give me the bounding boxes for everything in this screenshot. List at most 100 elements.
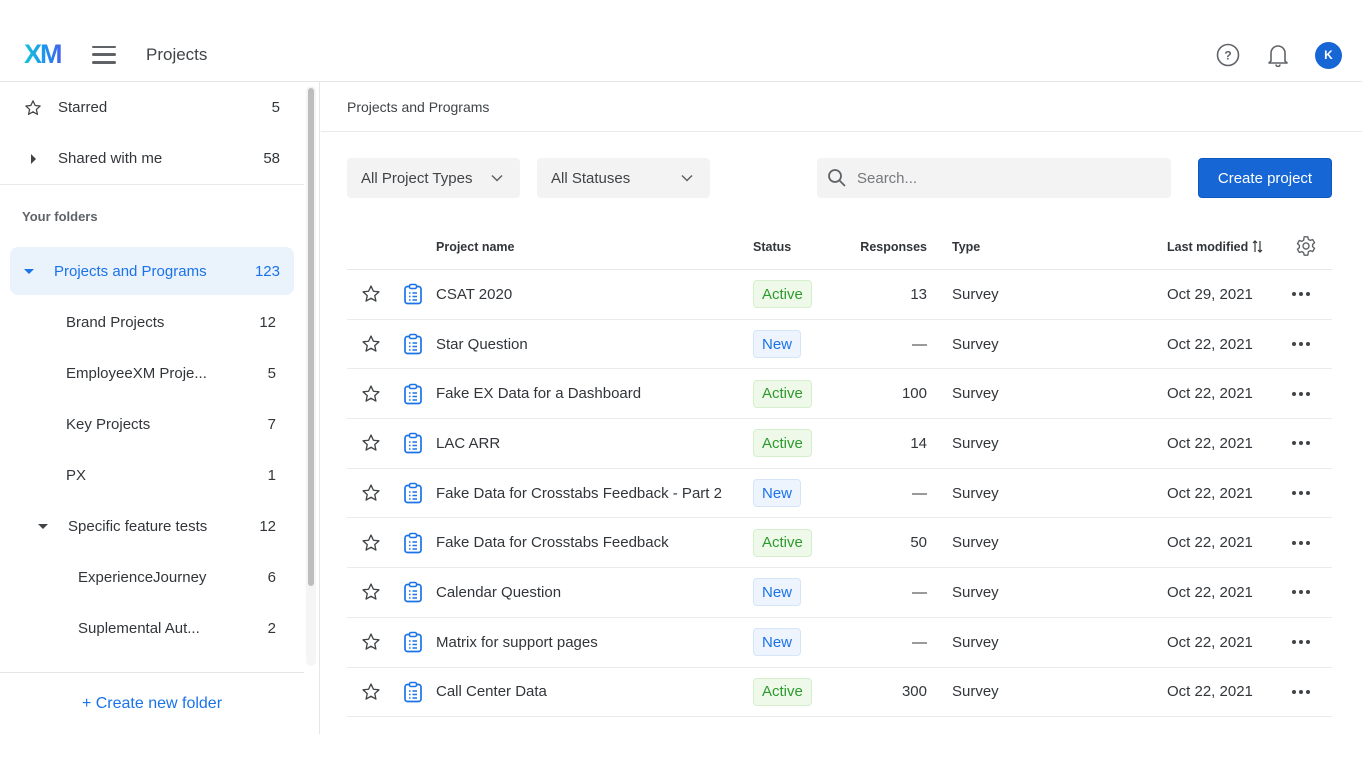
scrollbar-thumb[interactable] bbox=[308, 88, 314, 586]
star-icon[interactable] bbox=[361, 369, 381, 418]
more-actions-icon[interactable] bbox=[1292, 320, 1310, 369]
table-row[interactable]: Star Question New — Survey Oct 22, 2021 bbox=[347, 320, 1332, 370]
project-name[interactable]: Fake EX Data for a Dashboard bbox=[436, 369, 641, 418]
column-header-last-modified[interactable]: Last modified bbox=[1167, 224, 1263, 269]
project-name[interactable]: Fake Data for Crosstabs Feedback - Part … bbox=[436, 469, 722, 518]
last-modified-date: Oct 22, 2021 bbox=[1167, 633, 1253, 651]
star-icon[interactable] bbox=[361, 668, 381, 717]
project-name[interactable]: Star Question bbox=[436, 320, 528, 369]
table-row[interactable]: CSAT 2020 Active 13 Survey Oct 29, 2021 bbox=[347, 270, 1332, 320]
project-type: Survey bbox=[952, 534, 999, 552]
last-modified-date: Oct 22, 2021 bbox=[1167, 583, 1253, 601]
project-name[interactable]: Call Center Data bbox=[436, 668, 547, 717]
status-badge: Active bbox=[753, 379, 812, 408]
sidebar-item-count: 58 bbox=[263, 150, 280, 167]
folder-item[interactable]: Key Projects 7 bbox=[0, 399, 304, 450]
star-icon[interactable] bbox=[361, 320, 381, 369]
table-row[interactable]: Fake Data for Crosstabs Feedback - Part … bbox=[347, 469, 1332, 519]
status-badge-cell: New bbox=[753, 320, 802, 369]
folder-item[interactable]: PX 1 bbox=[0, 450, 304, 501]
sidebar-item-count: 5 bbox=[271, 99, 280, 116]
project-type: Survey bbox=[952, 385, 999, 403]
project-type: Survey bbox=[952, 434, 999, 452]
table-row[interactable]: Call Center Data Active 300 Survey Oct 2… bbox=[347, 668, 1332, 718]
star-icon[interactable] bbox=[361, 469, 381, 518]
user-avatar[interactable]: K bbox=[1315, 41, 1342, 69]
folder-item-expanded[interactable]: Specific feature tests 12 bbox=[0, 501, 304, 552]
survey-clipboard-icon bbox=[403, 469, 423, 518]
folder-label: Specific feature tests bbox=[68, 518, 208, 535]
more-actions-icon[interactable] bbox=[1292, 668, 1310, 717]
table-row[interactable]: Calendar Question New — Survey Oct 22, 2… bbox=[347, 568, 1332, 618]
top-bar: XM Projects ? K bbox=[0, 28, 1362, 82]
star-icon[interactable] bbox=[361, 419, 381, 468]
project-name[interactable]: Calendar Question bbox=[436, 568, 561, 617]
table-row[interactable]: Matrix for support pages New — Survey Oc… bbox=[347, 618, 1332, 668]
project-type-dropdown[interactable]: All Project Types bbox=[347, 158, 520, 198]
folder-count: 6 bbox=[267, 569, 276, 586]
column-header-name[interactable]: Project name bbox=[436, 224, 515, 269]
folder-item[interactable]: Suplemental Aut... 2 bbox=[0, 603, 304, 654]
project-name[interactable]: CSAT 2020 bbox=[436, 270, 512, 319]
search-icon bbox=[828, 169, 846, 187]
table-row-partial bbox=[347, 717, 1332, 734]
star-icon[interactable] bbox=[361, 518, 381, 567]
project-name[interactable]: LAC ARR bbox=[436, 419, 500, 468]
star-icon bbox=[24, 99, 42, 117]
more-actions-icon[interactable] bbox=[1292, 518, 1310, 567]
more-actions-icon[interactable] bbox=[1292, 618, 1310, 667]
table-row[interactable]: Fake EX Data for a Dashboard Active 100 … bbox=[347, 369, 1332, 420]
star-icon[interactable] bbox=[361, 568, 381, 617]
sidebar-item-starred[interactable]: Starred 5 bbox=[0, 82, 304, 133]
more-actions-icon[interactable] bbox=[1292, 469, 1310, 518]
folder-item[interactable]: Brand Projects 12 bbox=[0, 297, 304, 348]
search-input[interactable] bbox=[857, 169, 1157, 187]
caret-down-icon[interactable] bbox=[24, 268, 34, 274]
folder-item[interactable]: EmployeeXM Proje... 5 bbox=[0, 348, 304, 399]
column-header-status[interactable]: Status bbox=[753, 224, 791, 269]
sidebar-scrollbar[interactable] bbox=[306, 86, 316, 666]
project-name[interactable]: Matrix for support pages bbox=[436, 618, 598, 667]
more-actions-icon[interactable] bbox=[1292, 568, 1310, 617]
section-label: Your folders bbox=[22, 209, 98, 224]
status-badge: Active bbox=[753, 677, 812, 706]
more-actions-icon[interactable] bbox=[1292, 270, 1310, 319]
folder-projects-and-programs[interactable]: Projects and Programs 123 bbox=[10, 247, 294, 295]
create-project-button[interactable]: Create project bbox=[1198, 158, 1332, 198]
status-badge: Active bbox=[753, 429, 812, 458]
search-box[interactable] bbox=[817, 158, 1171, 198]
caret-right-icon[interactable] bbox=[24, 153, 42, 164]
folder-item[interactable]: ExperienceJourney 6 bbox=[0, 552, 304, 603]
project-type: Survey bbox=[952, 484, 999, 502]
folder-count: 123 bbox=[254, 262, 280, 280]
column-header-responses[interactable]: Responses bbox=[847, 224, 927, 269]
more-actions-icon[interactable] bbox=[1292, 419, 1310, 468]
status-dropdown[interactable]: All Statuses bbox=[537, 158, 710, 198]
survey-clipboard-icon bbox=[403, 518, 423, 567]
star-icon[interactable] bbox=[361, 618, 381, 667]
more-actions-icon[interactable] bbox=[1292, 369, 1310, 418]
app-window: XM Projects ? K Starred 5 Shared with me… bbox=[0, 28, 1362, 734]
responses-count: 13 bbox=[910, 285, 927, 303]
table-row[interactable]: Fake Data for Crosstabs Feedback Active … bbox=[347, 518, 1332, 569]
project-name[interactable]: Fake Data for Crosstabs Feedback bbox=[436, 518, 669, 567]
main-content: Projects and Programs All Project Types … bbox=[321, 82, 1362, 734]
bell-icon[interactable] bbox=[1265, 42, 1291, 68]
caret-down-icon[interactable] bbox=[38, 524, 48, 529]
status-badge: Active bbox=[753, 528, 812, 557]
sidebar-item-shared[interactable]: Shared with me 58 bbox=[0, 133, 304, 184]
status-badge-cell: New bbox=[753, 618, 802, 667]
folder-label: ExperienceJourney bbox=[78, 569, 207, 586]
create-folder-button[interactable]: + Create new folder bbox=[0, 672, 304, 734]
hamburger-menu-icon[interactable] bbox=[92, 45, 116, 64]
settings-gear-icon[interactable] bbox=[1295, 235, 1317, 260]
column-header-type[interactable]: Type bbox=[952, 224, 980, 269]
folder-label: Brand Projects bbox=[66, 314, 165, 331]
folder-label: Key Projects bbox=[66, 416, 151, 433]
star-icon[interactable] bbox=[361, 270, 381, 319]
status-badge-cell: New bbox=[753, 568, 802, 617]
help-circle-icon[interactable]: ? bbox=[1215, 42, 1241, 68]
dropdown-value: All Statuses bbox=[551, 169, 631, 187]
table-row[interactable]: LAC ARR Active 14 Survey Oct 22, 2021 bbox=[347, 419, 1332, 469]
xm-logo[interactable]: XM bbox=[24, 39, 70, 70]
